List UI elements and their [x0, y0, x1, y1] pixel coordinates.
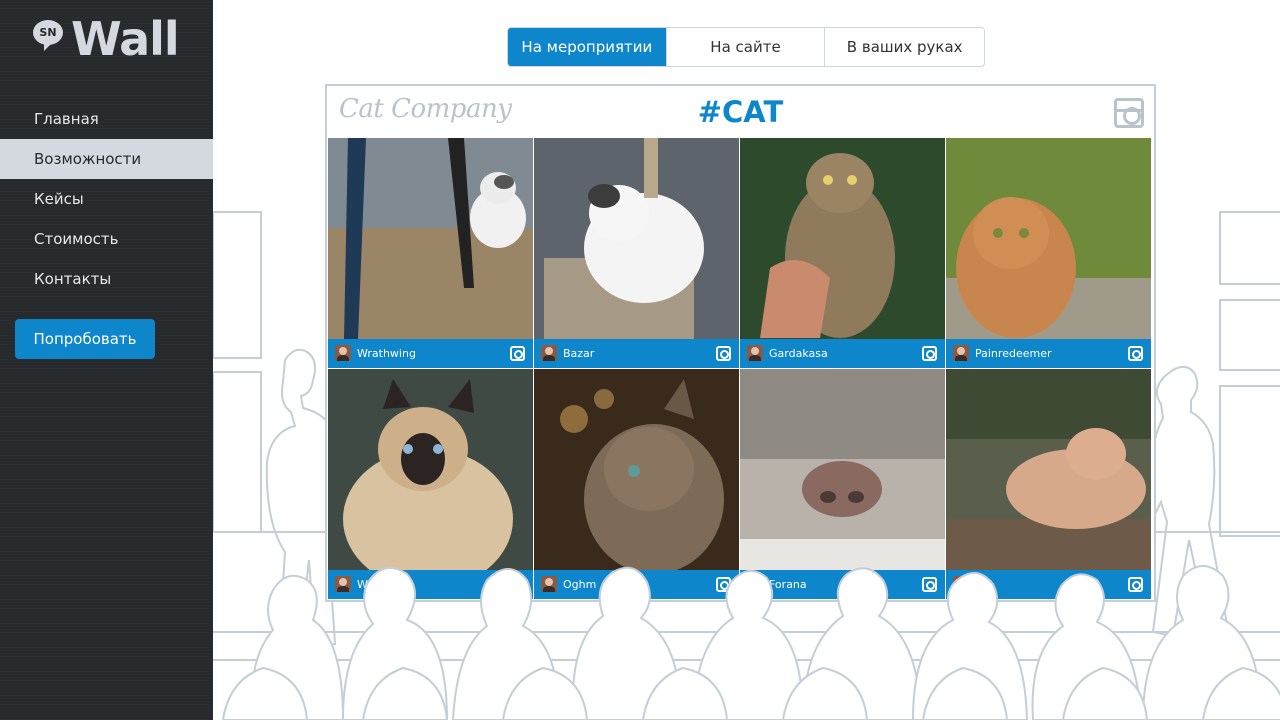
- tab-event[interactable]: На мероприятии: [508, 28, 667, 66]
- author-name: Wra: [357, 578, 379, 591]
- instagram-icon: [1114, 98, 1144, 128]
- instagram-icon: [922, 346, 937, 361]
- post-author-bar: Forana: [740, 570, 945, 599]
- author-name: Forana: [769, 578, 807, 591]
- post-author-bar: Gardakasa: [740, 339, 945, 368]
- nav-item-features[interactable]: Возможности: [0, 139, 213, 179]
- author-avatar: [335, 576, 351, 592]
- post-author-bar: Wrathwing: [328, 339, 533, 368]
- hashtag-title: #CAT: [697, 95, 784, 129]
- post-author-bar: Oghm: [534, 570, 739, 599]
- cat-photo: [534, 369, 739, 570]
- author-avatar: [747, 576, 763, 592]
- tab-in-hands[interactable]: В ваших руках: [825, 28, 984, 66]
- post-tile[interactable]: Wrathwing: [328, 138, 533, 368]
- post-author-bar: Painredeemer: [946, 339, 1151, 368]
- instagram-icon: [922, 577, 937, 592]
- wall-header: Cat Company #CAT: [327, 86, 1154, 138]
- nav-item-pricing[interactable]: Стоимость: [0, 219, 213, 259]
- posts-grid: Wrathwing Bazar Gardakasa Painredeemer W…: [328, 138, 1153, 599]
- post-tile[interactable]: Bazar: [534, 138, 739, 368]
- instagram-icon: [1128, 577, 1143, 592]
- nav-item-cases[interactable]: Кейсы: [0, 179, 213, 219]
- cat-photo: [328, 369, 533, 570]
- author-avatar: [747, 345, 763, 361]
- social-wall-screen: Cat Company #CAT Wrathwing Bazar Gardaka…: [325, 84, 1156, 602]
- author-avatar: [953, 345, 969, 361]
- nav-item-contacts[interactable]: Контакты: [0, 259, 213, 299]
- author-avatar: [953, 576, 969, 592]
- logo-text: Wall: [71, 12, 180, 66]
- author-name: riel: [975, 578, 993, 591]
- author-name: Oghm: [563, 578, 597, 591]
- instagram-icon: [510, 346, 525, 361]
- author-name: Painredeemer: [975, 347, 1052, 360]
- post-tile[interactable]: Wra: [328, 369, 533, 599]
- instagram-icon: [716, 346, 731, 361]
- author-avatar: [541, 576, 557, 592]
- post-tile[interactable]: Forana: [740, 369, 945, 599]
- instagram-icon: [716, 577, 731, 592]
- author-avatar: [541, 345, 557, 361]
- post-tile[interactable]: Oghm: [534, 369, 739, 599]
- cat-photo: [534, 138, 739, 339]
- main-content: На мероприятии На сайте В ваших руках Ca…: [213, 0, 1280, 720]
- post-author-bar: riel: [946, 570, 1151, 599]
- post-author-bar: Bazar: [534, 339, 739, 368]
- cat-photo: [946, 138, 1151, 339]
- try-button[interactable]: Попробовать: [15, 319, 155, 359]
- instagram-icon: [1128, 346, 1143, 361]
- instagram-icon: [510, 577, 525, 592]
- cat-photo: [740, 138, 945, 339]
- cat-photo: [328, 138, 533, 339]
- author-name: Wrathwing: [357, 347, 416, 360]
- main-nav: Главная Возможности Кейсы Стоимость Конт…: [0, 99, 213, 299]
- sidebar: SN Wall Главная Возможности Кейсы Стоимо…: [0, 0, 213, 720]
- cat-photo: [946, 369, 1151, 570]
- author-avatar: [335, 345, 351, 361]
- post-tile[interactable]: Painredeemer: [946, 138, 1151, 368]
- post-tile[interactable]: Gardakasa: [740, 138, 945, 368]
- cat-photo: [740, 369, 945, 570]
- snwall-logo[interactable]: SN Wall: [33, 12, 183, 68]
- tab-website[interactable]: На сайте: [666, 28, 826, 66]
- nav-item-home[interactable]: Главная: [0, 99, 213, 139]
- post-author-bar: Wra: [328, 570, 533, 599]
- logo-badge: SN: [33, 20, 63, 51]
- author-name: Gardakasa: [769, 347, 828, 360]
- post-tile[interactable]: riel: [946, 369, 1151, 599]
- usage-tabs: На мероприятии На сайте В ваших руках: [507, 27, 985, 67]
- author-name: Bazar: [563, 347, 595, 360]
